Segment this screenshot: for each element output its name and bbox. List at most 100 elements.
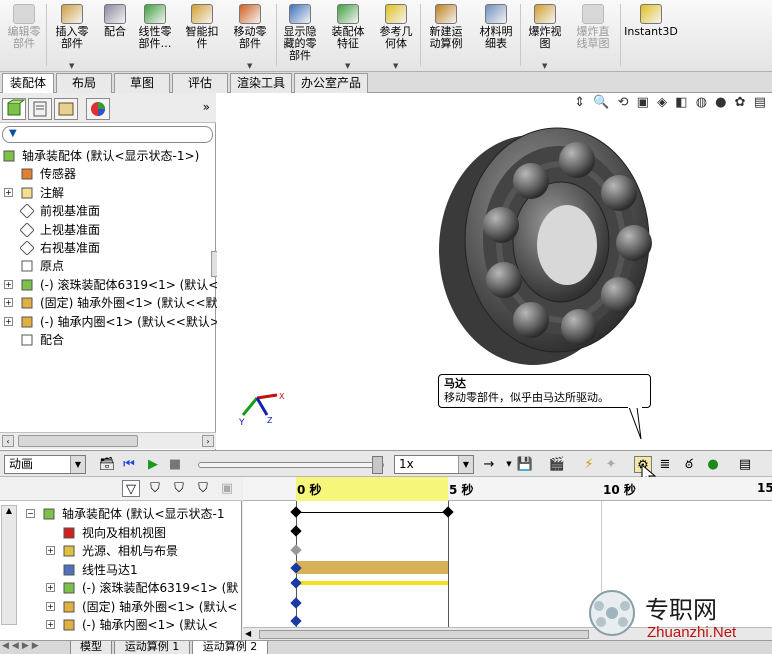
- playback-slider-knob[interactable]: [372, 456, 383, 474]
- expand-icon[interactable]: +: [46, 546, 55, 555]
- chevron-down-icon[interactable]: ▼: [69, 62, 74, 70]
- expand-icon[interactable]: +: [46, 583, 55, 592]
- scroll-right-button[interactable]: ›: [202, 435, 214, 447]
- tab-motion-study-2[interactable]: 运动算例 2: [192, 641, 268, 654]
- animation-wizard-icon[interactable]: 🎬: [548, 456, 566, 473]
- timeline-scroll-thumb[interactable]: [259, 630, 589, 639]
- expand-icon[interactable]: +: [46, 620, 55, 629]
- configuration-manager-tab[interactable]: [54, 98, 78, 120]
- play-from-start-icon[interactable]: ⏮: [120, 456, 138, 473]
- expand-icon[interactable]: +: [46, 602, 55, 611]
- expand-icon[interactable]: +: [4, 280, 13, 289]
- autokey-icon[interactable]: ⚡: [580, 456, 598, 473]
- key-root-start[interactable]: [290, 506, 302, 518]
- key-view[interactable]: [290, 525, 302, 537]
- play-icon[interactable]: ▶: [144, 456, 162, 473]
- property-manager-tab[interactable]: [28, 98, 52, 120]
- tab-scroll-icon[interactable]: ◀◀▶▶: [2, 641, 42, 651]
- tab-render-tools[interactable]: 渲染工具: [230, 73, 292, 93]
- tab-office-products[interactable]: 办公室产品: [294, 73, 368, 93]
- ribbon-button-0[interactable]: 编辑零 部件: [2, 2, 46, 68]
- key-root-end[interactable]: [442, 506, 454, 518]
- tab-model[interactable]: 模型: [70, 641, 112, 654]
- results-plot-icon[interactable]: ▤: [736, 456, 754, 473]
- ribbon-button-12[interactable]: 爆炸直 线草图: [570, 2, 616, 68]
- ribbon-button-label: 参考几 何体: [379, 25, 413, 50]
- horizontal-scrollbar[interactable]: ‹ ›: [0, 432, 216, 449]
- key-ball-assembly[interactable]: [290, 577, 302, 589]
- tree-filter-input[interactable]: ▼: [2, 126, 213, 143]
- graphics-area[interactable]: ⇕ 🔍 ⟲ ▣ ◈ ◧ ◍ ● ✿ ▤ Y X Z 马达 移动零部件，似乎由马达…: [217, 93, 772, 450]
- motor-key-bar[interactable]: [296, 561, 448, 574]
- ribbon-button-9[interactable]: 新建运 动算例: [424, 2, 468, 68]
- ball-assembly-bar[interactable]: [296, 581, 448, 585]
- scroll-left-icon[interactable]: ◀: [245, 629, 251, 638]
- playback-speed-select[interactable]: 1x ▼: [394, 455, 474, 474]
- tab-assembly[interactable]: 装配体: [2, 73, 54, 94]
- calculate-icon[interactable]: 🗃: [98, 456, 116, 473]
- ribbon-button-6[interactable]: 显示隐 藏的零 部件: [278, 2, 322, 68]
- time-bar-line[interactable]: [448, 501, 449, 627]
- ribbon-button-3[interactable]: 线性零 部件…: [134, 2, 176, 68]
- ribbon-button-7[interactable]: 装配体 特征: [328, 2, 368, 68]
- motion-tree-scrollbar[interactable]: ▲: [1, 505, 17, 625]
- previous-view-icon[interactable]: ⟲: [618, 95, 631, 110]
- chevron-down-icon[interactable]: ▼: [345, 62, 350, 70]
- ribbon-button-1[interactable]: 插入零 部件: [50, 2, 94, 68]
- scroll-left-button[interactable]: ‹: [2, 435, 14, 447]
- filter-driving-icon[interactable]: ⛉: [146, 480, 164, 497]
- display-style-icon[interactable]: ◧: [675, 95, 689, 110]
- stop-icon[interactable]: ■: [166, 456, 184, 473]
- collapse-icon[interactable]: −: [26, 509, 35, 518]
- filter-results-icon[interactable]: ⛉: [194, 480, 212, 497]
- lights-icon: [63, 545, 75, 557]
- ribbon-button-5[interactable]: 移动零 部件: [228, 2, 272, 68]
- key-lights[interactable]: [290, 544, 302, 556]
- ribbon-button-10[interactable]: 材料明 细表: [474, 2, 518, 68]
- ribbon-button-4[interactable]: 智能扣 件: [180, 2, 224, 68]
- key-inner-ring[interactable]: [290, 615, 302, 627]
- expand-panel-icon[interactable]: »: [203, 100, 210, 114]
- hide-show-icon[interactable]: ◍: [696, 95, 709, 110]
- edit-appearance-icon[interactable]: ●: [715, 95, 728, 110]
- tab-layout[interactable]: 布局: [56, 73, 112, 93]
- view-orientation-icon[interactable]: ◈: [657, 95, 669, 110]
- ribbon-button-11[interactable]: 爆炸视 图: [524, 2, 566, 68]
- chevron-down-icon[interactable]: ▼: [542, 62, 547, 70]
- ribbon-button-8[interactable]: 参考几 何体: [374, 2, 418, 68]
- gravity-icon[interactable]: ●: [704, 456, 722, 473]
- origin-icon: [21, 260, 33, 272]
- scroll-thumb[interactable]: [18, 435, 138, 447]
- ribbon-button-2[interactable]: 配合: [98, 2, 132, 68]
- filter-selected-icon[interactable]: ⛉: [170, 480, 188, 497]
- tab-evaluate[interactable]: 评估: [172, 73, 228, 93]
- filter-animated-icon[interactable]: ▽: [122, 480, 140, 497]
- filter-collapse-icon[interactable]: ▣: [218, 480, 236, 497]
- spring-icon[interactable]: ≣: [656, 456, 674, 473]
- zoom-to-fit-icon[interactable]: ⇕: [574, 95, 587, 110]
- section-view-icon[interactable]: ▣: [637, 95, 651, 110]
- tab-motion-study-1[interactable]: 运动算例 1: [114, 641, 190, 654]
- ribbon-button-13[interactable]: Instant3D: [622, 2, 680, 68]
- chevron-down-icon[interactable]: ▼: [247, 62, 252, 70]
- chevron-down-icon[interactable]: ▼: [393, 62, 398, 70]
- view-settings-icon[interactable]: ▤: [754, 95, 768, 110]
- key-outer-ring[interactable]: [290, 597, 302, 609]
- appearance-tab[interactable]: [86, 98, 110, 120]
- apply-scene-icon[interactable]: ✿: [735, 95, 748, 110]
- timeline-ruler[interactable]: 0 秒 5 秒 10 秒 15: [243, 477, 772, 501]
- scroll-up-icon[interactable]: ▲: [2, 506, 16, 515]
- bearing-model[interactable]: [439, 115, 679, 375]
- contact-icon[interactable]: ఠ: [680, 456, 698, 473]
- playback-mode-icon[interactable]: →: [480, 456, 498, 473]
- playback-slider[interactable]: [198, 462, 384, 468]
- add-key-icon[interactable]: ✦: [602, 456, 620, 473]
- save-animation-icon[interactable]: 💾: [516, 456, 534, 473]
- expand-icon[interactable]: +: [4, 317, 13, 326]
- expand-icon[interactable]: +: [4, 298, 13, 307]
- expand-icon[interactable]: +: [4, 188, 13, 197]
- study-type-select[interactable]: 动画 ▼: [4, 455, 86, 474]
- tab-sketch[interactable]: 草图: [114, 73, 170, 93]
- feature-tree-tab[interactable]: [2, 98, 26, 120]
- zoom-area-icon[interactable]: 🔍: [593, 95, 611, 110]
